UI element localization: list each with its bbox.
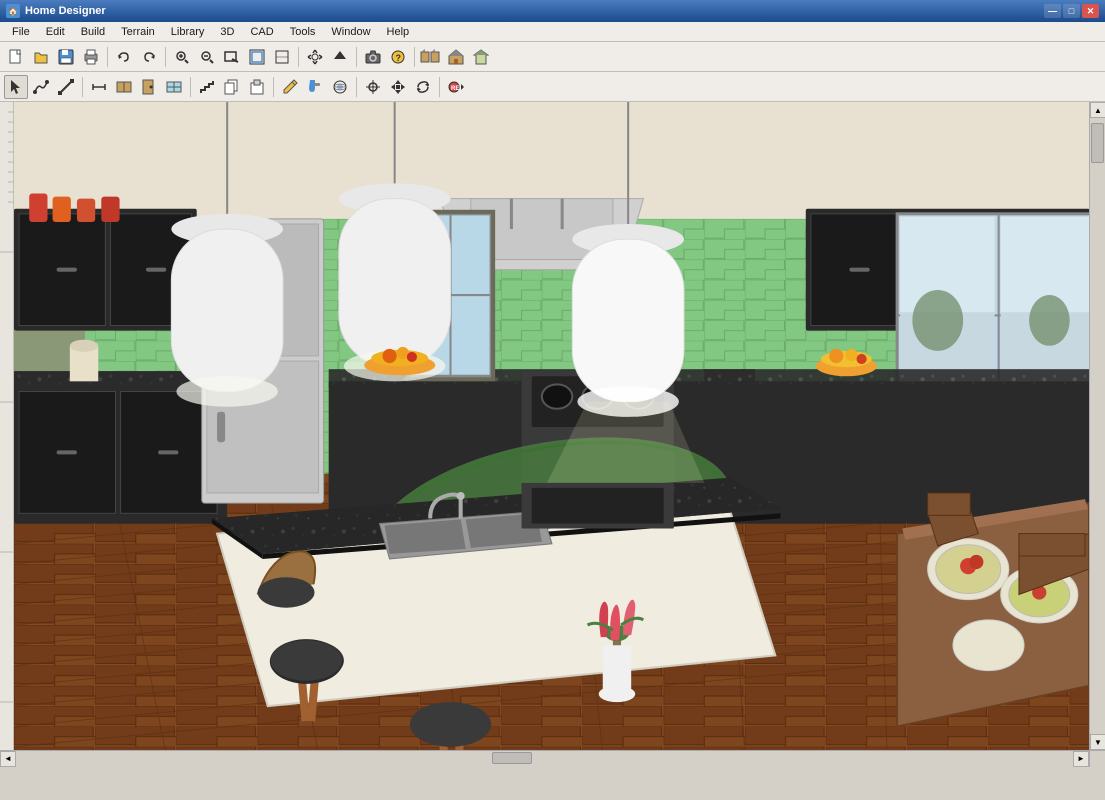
sep2-4: [356, 77, 357, 97]
menu-help[interactable]: Help: [379, 24, 418, 40]
svg-text:?: ?: [396, 53, 402, 63]
app-icon: 🏠: [6, 4, 20, 18]
help-button[interactable]: ?: [386, 45, 410, 69]
sep-4: [356, 47, 357, 67]
menu-library[interactable]: Library: [163, 24, 213, 40]
zoom-in-button[interactable]: [170, 45, 194, 69]
house-button[interactable]: [444, 45, 468, 69]
zoom-sheet-button[interactable]: [270, 45, 294, 69]
zoom-fit-button[interactable]: [245, 45, 269, 69]
bottom-scrollbar: ◄ ►: [0, 750, 1105, 766]
full-overview-button[interactable]: [419, 45, 443, 69]
sep2-2: [190, 77, 191, 97]
print-button[interactable]: [79, 45, 103, 69]
pencil-button[interactable]: [278, 75, 302, 99]
stairs-button[interactable]: [195, 75, 219, 99]
menu-file[interactable]: File: [4, 24, 38, 40]
rotate-button[interactable]: [411, 75, 435, 99]
paste-button[interactable]: [245, 75, 269, 99]
toolbar-2: REC: [0, 72, 1105, 102]
dimension-button[interactable]: [87, 75, 111, 99]
record-button[interactable]: REC: [444, 75, 468, 99]
scroll-left-button[interactable]: ◄: [0, 751, 16, 767]
camera-button[interactable]: [361, 45, 385, 69]
scroll-down-button[interactable]: ▼: [1090, 734, 1105, 750]
menu-bar: File Edit Build Terrain Library 3D CAD T…: [0, 22, 1105, 42]
close-button[interactable]: ✕: [1082, 4, 1099, 18]
select-button[interactable]: [4, 75, 28, 99]
new-button[interactable]: [4, 45, 28, 69]
maximize-button[interactable]: □: [1063, 4, 1080, 18]
polyline-button[interactable]: [29, 75, 53, 99]
sep-3: [298, 47, 299, 67]
scroll-up-button[interactable]: ▲: [1090, 102, 1105, 118]
toolbar-1: ?: [0, 42, 1105, 72]
sep-2: [165, 47, 166, 67]
menu-window[interactable]: Window: [323, 24, 378, 40]
exterior-button[interactable]: [469, 45, 493, 69]
pan-button[interactable]: [303, 45, 327, 69]
window-controls: — □ ✕: [1044, 4, 1099, 18]
move-button[interactable]: [386, 75, 410, 99]
title-bar: 🏠 Home Designer — □ ✕: [0, 0, 1105, 22]
menu-build[interactable]: Build: [73, 24, 113, 40]
scroll-track-horizontal[interactable]: [16, 751, 1073, 767]
scroll-thumb-vertical[interactable]: [1091, 123, 1104, 163]
line-button[interactable]: [54, 75, 78, 99]
door-button[interactable]: [137, 75, 161, 99]
sep2-3: [273, 77, 274, 97]
redo-button[interactable]: [137, 45, 161, 69]
cabinet-button[interactable]: [112, 75, 136, 99]
menu-terrain[interactable]: Terrain: [113, 24, 163, 40]
open-button[interactable]: [29, 45, 53, 69]
left-ruler: [0, 102, 14, 750]
menu-tools[interactable]: Tools: [282, 24, 324, 40]
snap-button[interactable]: [361, 75, 385, 99]
sep2-1: [82, 77, 83, 97]
scroll-corner: [1089, 751, 1105, 767]
zoom-out-button[interactable]: [195, 45, 219, 69]
kitchen-scene: [14, 102, 1089, 750]
paint-button[interactable]: [303, 75, 327, 99]
menu-3d[interactable]: 3D: [212, 24, 242, 40]
right-scrollbar: ▲ ▼: [1089, 102, 1105, 750]
sep2-5: [439, 77, 440, 97]
menu-edit[interactable]: Edit: [38, 24, 73, 40]
scroll-right-button[interactable]: ►: [1073, 751, 1089, 767]
scroll-track-vertical[interactable]: [1090, 118, 1105, 734]
app-title: Home Designer: [25, 5, 1044, 17]
menu-cad[interactable]: CAD: [242, 24, 281, 40]
sep-5: [414, 47, 415, 67]
scroll-thumb-horizontal[interactable]: [492, 752, 532, 764]
copy-button[interactable]: [220, 75, 244, 99]
undo-button[interactable]: [112, 45, 136, 69]
canvas-area[interactable]: [14, 102, 1089, 750]
zoom-window-button[interactable]: [220, 45, 244, 69]
sep-1: [107, 47, 108, 67]
arrow-up-button[interactable]: [328, 45, 352, 69]
main-area: ▲ ▼: [0, 102, 1105, 750]
window-button[interactable]: [162, 75, 186, 99]
minimize-button[interactable]: —: [1044, 4, 1061, 18]
texture-button[interactable]: [328, 75, 352, 99]
save-button[interactable]: [54, 45, 78, 69]
